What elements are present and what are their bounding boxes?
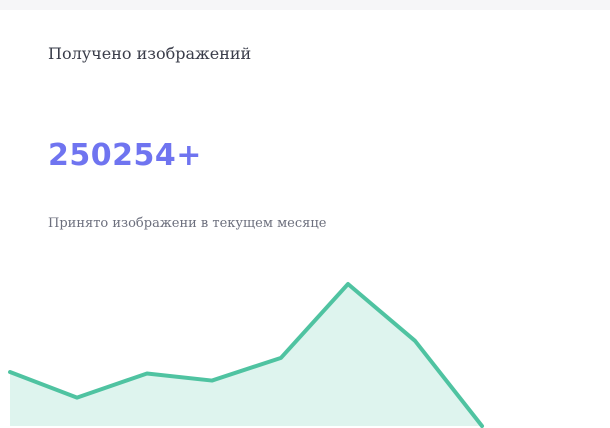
top-band [0, 0, 610, 10]
stats-card: Получено изображений 250254+ Принято изо… [0, 10, 610, 428]
sparkline-area [10, 284, 482, 426]
sparkline-chart [8, 282, 484, 428]
